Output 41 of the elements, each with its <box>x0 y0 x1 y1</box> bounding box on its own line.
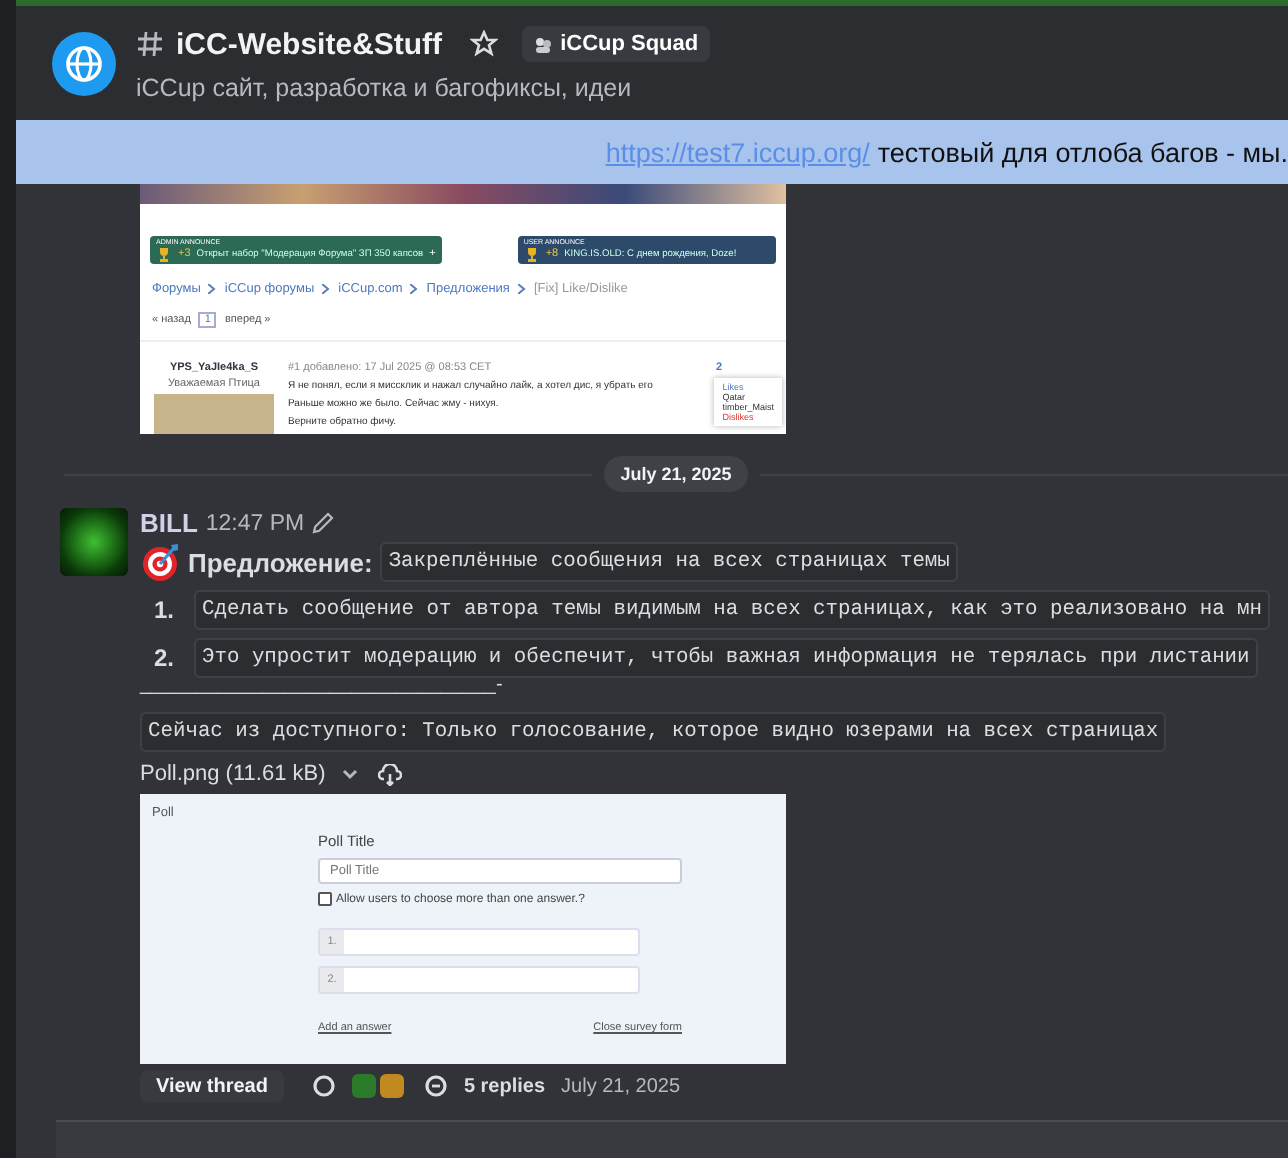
chevron-icon <box>322 284 331 294</box>
target-icon <box>140 542 180 582</box>
star-icon[interactable] <box>470 30 499 58</box>
pencil-icon <box>312 512 335 534</box>
circle-icon <box>311 1074 336 1098</box>
chevron-down-icon[interactable] <box>341 768 358 780</box>
trophy-icon <box>156 246 172 262</box>
globe-icon <box>52 32 116 96</box>
cloud-download-icon[interactable] <box>377 763 402 785</box>
group-icon <box>534 35 553 53</box>
banner-text: тестовый для отлоба багов - мы. <box>877 137 1288 167</box>
thread-icon <box>423 1074 448 1098</box>
reply-count[interactable]: 5 replies <box>463 1075 546 1097</box>
trophy-icon <box>523 246 540 262</box>
message-time: 12:47 PM <box>205 511 305 535</box>
server-tag-label: iCCup Squad <box>560 32 699 56</box>
list-number: 1. <box>154 596 177 624</box>
inline-code: Закреплённые сообщения на всех страницах темы <box>380 542 958 582</box>
hashtag-icon <box>136 30 164 58</box>
attachment-name[interactable]: Poll.png (11.61 kB) <box>140 762 326 786</box>
inline-code: Сейчас из доступного: Только голосование, которое видно юзерами на всех страницах <box>140 712 1167 752</box>
server-tag[interactable]: iCCup Squad <box>522 26 711 62</box>
avatar-placeholder <box>154 394 274 434</box>
separator-text: ________________________________- <box>140 674 505 696</box>
avatar-placeholder <box>379 1074 404 1098</box>
checkbox[interactable] <box>318 892 332 906</box>
author-name[interactable]: BILL <box>140 508 198 538</box>
chevron-icon <box>517 284 526 294</box>
chevron-icon <box>410 284 419 294</box>
list-number: 2. <box>154 644 177 672</box>
heading-label: Предложение: <box>188 547 373 577</box>
avatar-placeholder <box>351 1074 376 1098</box>
channel-name: iCC-Website&Stuff <box>176 27 443 61</box>
channel-topic: iCCup сайт, разработка и багофиксы, идеи <box>136 74 634 102</box>
inline-code: Сделать сообщение от автора темы видимым на всех страницах, как это реализовано на мн <box>194 590 1271 630</box>
view-thread-button[interactable]: View thread <box>140 1070 284 1102</box>
date-divider: July 21, 2025 <box>604 456 748 492</box>
chevron-icon <box>208 284 217 294</box>
avatar-placeholder[interactable] <box>60 508 128 576</box>
inline-code: Это упростит модерацию и обеспечит, чтобы важная информация не терялась при листании <box>194 638 1258 678</box>
thread-date: July 21, 2025 <box>561 1075 681 1097</box>
